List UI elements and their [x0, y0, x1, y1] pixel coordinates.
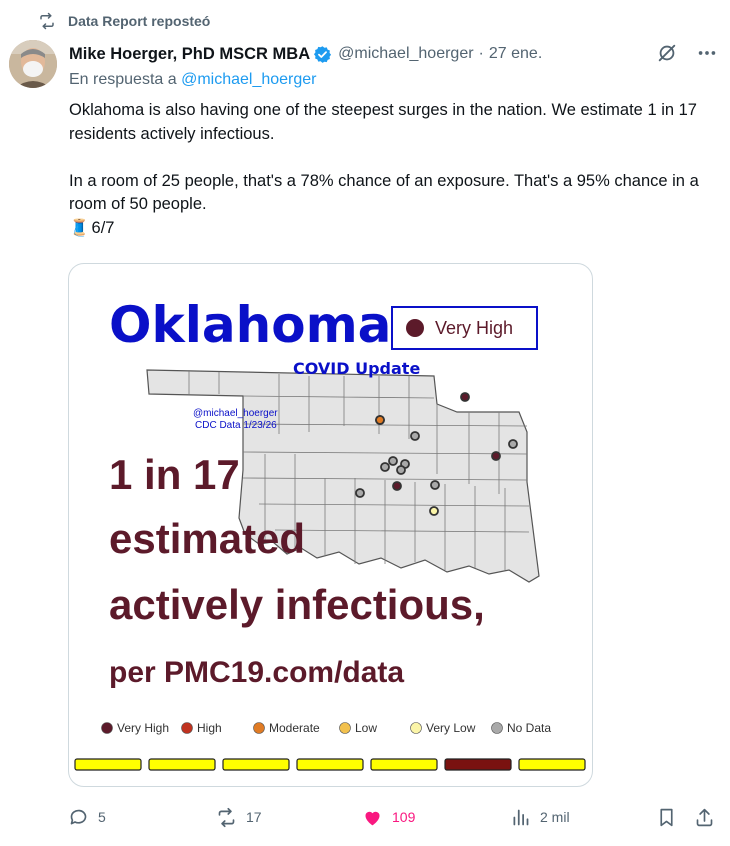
reply-icon	[70, 809, 87, 824]
legend-swatch	[253, 722, 265, 734]
header-separator: ·	[478, 45, 484, 62]
headline-line-4: per PMC19.com/data	[109, 656, 404, 689]
heart-icon	[365, 811, 380, 825]
tweet-paragraph-2: In a room of 25 people, that's a 78% cha…	[69, 171, 699, 214]
legend-label: No Data	[507, 721, 551, 735]
legend-label: Very Low	[426, 721, 476, 735]
tweet-header: Mike Hoerger, PhD MSCR MBA @michael_hoer…	[69, 42, 718, 66]
reply-count: 5	[98, 809, 106, 825]
view-count: 2 mil	[540, 809, 570, 825]
state-title: Oklahoma	[109, 296, 391, 354]
legend: Very High High Moderate Low Very Low No Data	[101, 721, 551, 735]
repost-button[interactable]: 17	[216, 803, 262, 831]
bookmark-icon	[660, 808, 673, 826]
tweet-paragraph-1: Oklahoma is also having one of the steep…	[69, 101, 697, 143]
share-button[interactable]	[694, 803, 715, 831]
headline-line-2: estimated	[109, 515, 305, 562]
legend-swatch	[491, 722, 503, 734]
thread-emoji: 🧵	[69, 218, 90, 237]
avatar[interactable]	[9, 40, 57, 88]
verified-badge-icon[interactable]	[313, 45, 332, 64]
more-options-icon[interactable]	[696, 42, 718, 64]
reply-button[interactable]: 5	[68, 803, 106, 831]
headline-ratio: 1 in 17	[109, 451, 240, 498]
legend-swatch	[339, 722, 351, 734]
legend-swatch	[181, 722, 193, 734]
legend-label: Moderate	[269, 721, 320, 735]
repost-indicator[interactable]: Data Report reposteó	[38, 10, 210, 32]
share-icon	[696, 808, 713, 826]
thread-count: 6/7	[91, 218, 115, 237]
views-chart-icon	[513, 809, 529, 825]
credit-handle: @michael_hoerger	[193, 408, 278, 419]
author-handle[interactable]: @michael_hoerger	[338, 45, 473, 63]
tweet-text: Oklahoma is also having one of the steep…	[69, 99, 719, 240]
legend-swatch	[101, 722, 113, 734]
trend-bar	[148, 758, 216, 771]
views-button[interactable]: 2 mil	[510, 803, 570, 831]
trend-bar	[370, 758, 438, 771]
repost-count: 17	[246, 809, 262, 825]
legend-label: Low	[355, 721, 377, 735]
grok-icon[interactable]	[656, 42, 678, 64]
reply-prefix: En respuesta a	[69, 71, 177, 88]
thread-indicator: 🧵 6/7	[69, 217, 719, 241]
legend-swatch	[410, 722, 422, 734]
covid-infographic: Oklahoma Very High COVID Update @michael…	[74, 296, 586, 771]
reply-context: En respuesta a @michael_hoerger	[69, 71, 317, 89]
trend-bar	[222, 758, 290, 771]
trend-bars	[74, 758, 586, 771]
like-count: 109	[392, 809, 416, 825]
legend-label: Very High	[117, 721, 169, 735]
trend-bar	[444, 758, 512, 771]
author-name[interactable]: Mike Hoerger, PhD MSCR MBA	[69, 45, 310, 64]
legend-label: High	[197, 721, 222, 735]
trend-bar	[518, 758, 586, 771]
headline-line-3: actively infectious,	[109, 581, 485, 628]
risk-badge-label: Very High	[435, 318, 513, 338]
map-subtitle: COVID Update	[293, 359, 420, 378]
risk-badge-dot	[406, 319, 424, 337]
like-button[interactable]: 109	[362, 803, 415, 831]
trend-bar	[74, 758, 142, 771]
avatar-image	[9, 40, 57, 88]
repost-icon	[218, 807, 235, 827]
trend-bar	[296, 758, 364, 771]
repost-icon	[40, 12, 54, 30]
tweet-actions: 5 17 109 2 mil	[68, 803, 718, 831]
reply-handle-link[interactable]: @michael_hoerger	[181, 71, 316, 88]
bookmark-button[interactable]	[656, 803, 677, 831]
repost-label: Data Report reposteó	[68, 13, 211, 29]
tweet-date[interactable]: 27 ene.	[489, 45, 542, 63]
tweet-media-image[interactable]: Oklahoma Very High COVID Update @michael…	[68, 263, 593, 787]
header-actions	[656, 42, 718, 64]
credit-source: CDC Data 1/23/26	[195, 420, 277, 431]
